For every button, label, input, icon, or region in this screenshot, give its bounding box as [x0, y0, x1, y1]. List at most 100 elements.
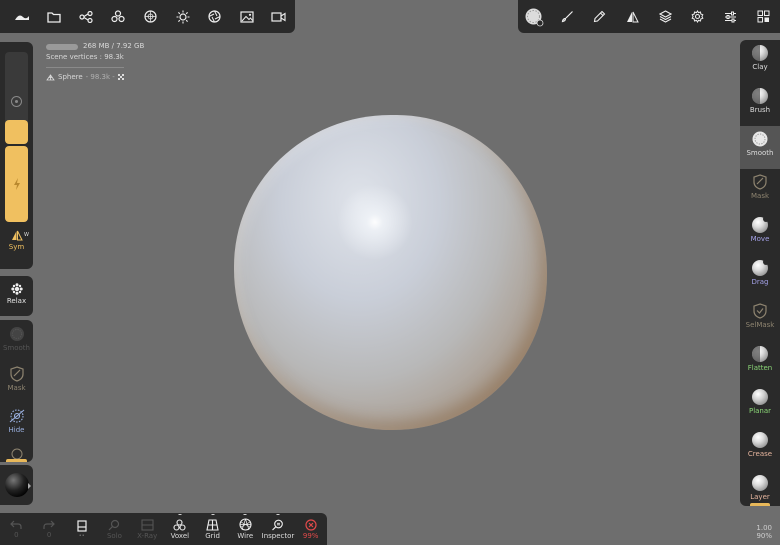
- paint-brush-icon[interactable]: [551, 0, 584, 33]
- brush-alpha-icon[interactable]: [518, 0, 551, 33]
- tool-label: Brush: [749, 106, 771, 114]
- tool-label: Crease: [747, 450, 773, 458]
- grid-label: Grid: [205, 531, 220, 540]
- radius-slider[interactable]: [5, 52, 28, 144]
- solo-button[interactable]: Solo: [98, 513, 131, 545]
- wire-button[interactable]: Wire: [229, 513, 262, 545]
- move-icon: [752, 216, 769, 233]
- tool-label: Drag: [751, 278, 769, 286]
- tool-selmask[interactable]: SelMask: [740, 298, 780, 341]
- tool-mask[interactable]: Mask: [740, 169, 780, 212]
- symmetry-icon[interactable]: [616, 0, 649, 33]
- tool-smooth[interactable]: Smooth: [740, 126, 780, 169]
- lightning-icon: [13, 178, 20, 190]
- mask-shield-icon: [9, 366, 24, 382]
- viewport-readout: 1.00 90%: [752, 524, 772, 540]
- close-circle-icon: [305, 518, 317, 531]
- mask-shield-icon: [753, 174, 767, 190]
- tool-label: SelMask: [745, 321, 775, 329]
- zoom-button[interactable]: 99%: [294, 513, 327, 545]
- readout-value-1: 1.00: [756, 524, 772, 532]
- xray-icon: [141, 518, 154, 531]
- redo-button[interactable]: 0: [33, 513, 66, 545]
- camera-aperture-icon[interactable]: [199, 0, 231, 33]
- wireframe-icon: [239, 518, 252, 531]
- matcap-preview[interactable]: [4, 473, 29, 497]
- readout-value-2: 90%: [756, 532, 772, 540]
- stats-divider: [46, 67, 124, 68]
- tool-label: Mask: [750, 192, 770, 200]
- radius-ring-icon: [11, 96, 22, 107]
- tool-brush[interactable]: Brush: [740, 83, 780, 126]
- history-button[interactable]: ••: [65, 513, 98, 545]
- left-quick-tools: Smooth Mask Hide: [0, 320, 33, 462]
- tools-panel-indicator: [750, 503, 770, 506]
- xray-button[interactable]: X-Ray: [131, 513, 164, 545]
- mesh-row[interactable]: Sphere - 98.3k -: [46, 72, 144, 83]
- tool-drag[interactable]: Drag: [740, 255, 780, 298]
- light-icon[interactable]: [167, 0, 199, 33]
- tool-flatten[interactable]: Flatten: [740, 341, 780, 384]
- symmetry-icon: [11, 230, 23, 241]
- tool-crease[interactable]: Crease: [740, 427, 780, 470]
- tool-label: Layer: [750, 493, 770, 501]
- image-icon[interactable]: [231, 0, 263, 33]
- sculpt-tools-panel: Clay Brush Smooth Mask Move Drag SelMask…: [740, 40, 780, 506]
- inspector-button[interactable]: Inspector: [262, 513, 295, 545]
- redo-count: 0: [46, 530, 52, 539]
- redo-icon: [43, 520, 55, 529]
- settings-gear-icon[interactable]: [681, 0, 714, 33]
- folder-icon[interactable]: [38, 0, 70, 33]
- scene-vertices-text: Scene vertices : 98.3k: [46, 53, 124, 61]
- layer-icon: [752, 475, 768, 491]
- mesh-name: Sphere: [58, 73, 83, 81]
- material-sphere-icon[interactable]: [134, 0, 166, 33]
- magnifier-icon: [109, 519, 120, 530]
- sliders-icon[interactable]: [714, 0, 747, 33]
- primitives-icon[interactable]: [102, 0, 134, 33]
- undo-count: 0: [14, 530, 19, 539]
- relax-label: Relax: [6, 297, 27, 305]
- smooth-icon: [9, 327, 24, 341]
- matcap-caret-icon: [28, 483, 31, 489]
- mask-quick-label: Mask: [7, 384, 26, 392]
- mesh-icon: [46, 74, 55, 81]
- relax-icon[interactable]: [10, 283, 23, 295]
- inspector-icon: [272, 519, 284, 530]
- top-right-toolbar: [518, 0, 780, 33]
- grid-dots-icon[interactable]: [747, 0, 780, 33]
- layers-icon[interactable]: [649, 0, 682, 33]
- intensity-slider[interactable]: [5, 146, 28, 222]
- crease-icon: [752, 432, 768, 448]
- left-brush-panel: Sym W: [0, 42, 33, 269]
- flatten-icon: [752, 346, 768, 362]
- top-left-toolbar: [0, 0, 295, 33]
- pen-icon[interactable]: [583, 0, 616, 33]
- memory-row: 268 MB / 7.92 GB: [46, 41, 144, 52]
- tool-planar[interactable]: Planar: [740, 384, 780, 427]
- nomad-logo-icon[interactable]: [6, 0, 38, 33]
- mesh-info: - 98.3k -: [85, 73, 115, 81]
- tool-move[interactable]: Move: [740, 212, 780, 255]
- hide-quick-button[interactable]: Hide: [0, 408, 33, 434]
- tool-layer[interactable]: Layer: [740, 470, 780, 513]
- grid-button[interactable]: Grid: [196, 513, 229, 545]
- planar-icon: [752, 389, 768, 405]
- zoom-label: 99%: [302, 531, 319, 540]
- matcap-panel[interactable]: [0, 465, 33, 505]
- bottom-toolbar: 0 0 •• Solo X-Ray Voxel Grid Wire Inspec…: [0, 513, 327, 545]
- tool-label: Flatten: [747, 364, 773, 372]
- undo-button[interactable]: 0: [0, 513, 33, 545]
- smooth-quick-button[interactable]: Smooth: [0, 326, 33, 352]
- memory-bar: [46, 43, 78, 50]
- scene-graph-icon[interactable]: [70, 0, 102, 33]
- memory-text: 268 MB / 7.92 GB: [83, 42, 145, 50]
- mask-quick-button[interactable]: Mask: [0, 366, 33, 392]
- video-icon[interactable]: [263, 0, 295, 33]
- sculpt-sphere[interactable]: [234, 115, 547, 430]
- tool-clay[interactable]: Clay: [740, 40, 780, 83]
- selmask-shield-icon: [753, 303, 767, 319]
- sym-label: Sym: [8, 243, 25, 251]
- voxel-button[interactable]: Voxel: [164, 513, 197, 545]
- scene-stats: 268 MB / 7.92 GB Scene vertices : 98.3k …: [46, 41, 144, 83]
